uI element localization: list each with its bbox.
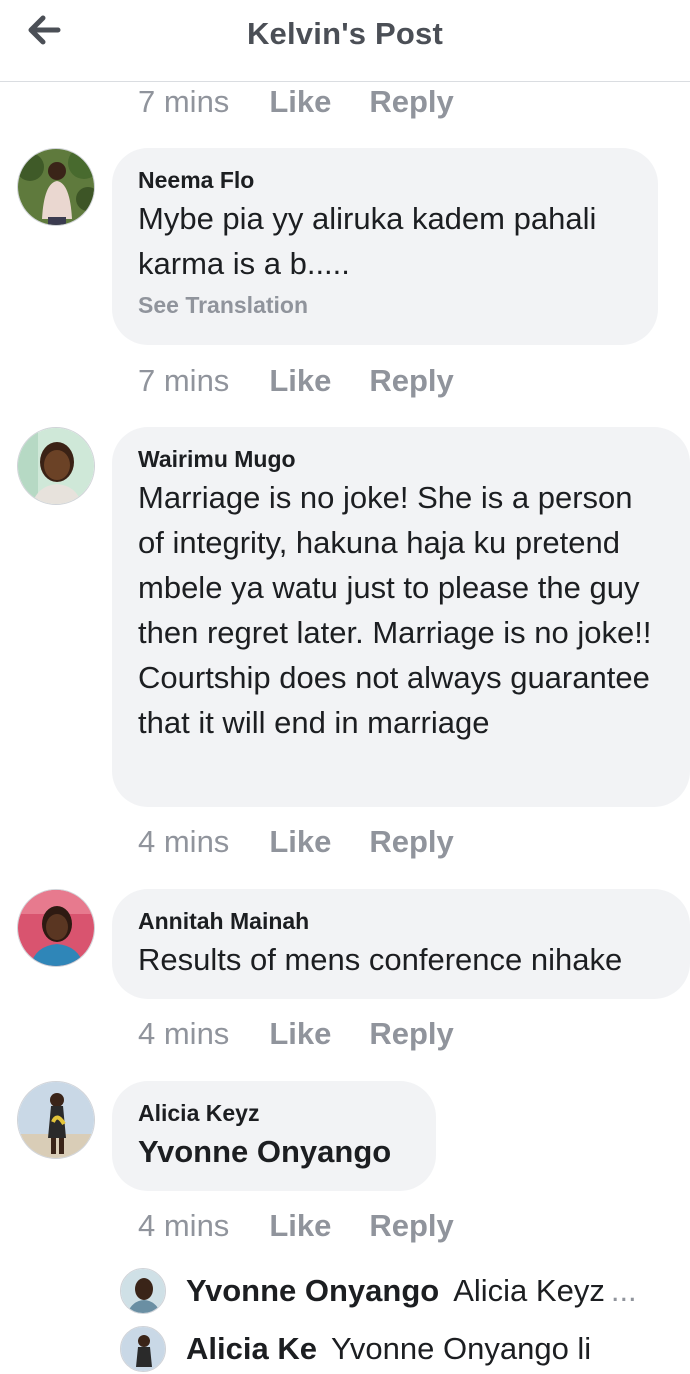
reply-author[interactable]: Yvonne Onyango <box>186 1273 439 1309</box>
reply-preview[interactable]: Alicia Ke Yvonne Onyango li <box>120 1324 665 1374</box>
comment-time: 7 mins <box>138 84 230 119</box>
comment-bubble: Wairimu Mugo Marriage is no joke! She is… <box>112 427 690 807</box>
comment-author[interactable]: Alicia Keyz <box>138 1099 410 1127</box>
reply-ellipsis: ... <box>610 1273 637 1308</box>
like-button[interactable]: Like <box>269 363 331 399</box>
comment-actions: 7 mins Like Reply <box>138 80 454 124</box>
comment-text: Results of mens conference nihake <box>138 942 623 977</box>
avatar[interactable] <box>17 427 95 505</box>
reply-author[interactable]: Alicia Ke <box>186 1331 317 1367</box>
top-bar: Kelvin's Post <box>0 0 690 82</box>
like-button[interactable]: Like <box>269 824 331 860</box>
comment-author[interactable]: Neema Flo <box>138 166 632 194</box>
comment-actions: 7 mins Like Reply <box>138 359 454 403</box>
reply-preview[interactable]: Yvonne Onyango Alicia Keyz ... <box>120 1266 665 1316</box>
avatar[interactable] <box>17 1081 95 1159</box>
reply-button[interactable]: Reply <box>369 824 453 860</box>
comment-time: 4 mins <box>138 824 230 859</box>
like-button[interactable]: Like <box>269 1016 331 1052</box>
avatar <box>120 1326 166 1372</box>
reply-button[interactable]: Reply <box>369 363 453 399</box>
comment-author[interactable]: Wairimu Mugo <box>138 445 664 473</box>
comment-actions: 4 mins Like Reply <box>138 1204 454 1248</box>
page-title: Kelvin's Post <box>246 16 444 51</box>
avatar[interactable] <box>17 889 95 967</box>
comment-bubble: Annitah Mainah Results of mens conferenc… <box>112 889 690 999</box>
mention-link[interactable]: Yvonne Onyango <box>138 1129 410 1174</box>
comment-author[interactable]: Annitah Mainah <box>138 907 664 935</box>
comment-time: 7 mins <box>138 363 230 398</box>
comment-time: 4 mins <box>138 1016 230 1051</box>
like-button[interactable]: Like <box>269 1208 331 1244</box>
comment-text: Marriage is no joke! She is a person of … <box>138 480 652 740</box>
comment-bubble: Neema Flo Mybe pia yy aliruka kadem paha… <box>112 148 658 345</box>
comment-time: 4 mins <box>138 1208 230 1243</box>
reply-button[interactable]: Reply <box>369 1208 453 1244</box>
see-translation-link[interactable]: See Translation <box>138 292 632 319</box>
avatar[interactable] <box>17 148 95 226</box>
comment-actions: 4 mins Like Reply <box>138 1012 454 1056</box>
reply-text: Alicia Keyz <box>453 1273 605 1308</box>
avatar <box>120 1268 166 1314</box>
comment-actions: 4 mins Like Reply <box>138 820 454 864</box>
reply-button[interactable]: Reply <box>369 84 453 120</box>
comment-bubble: Alicia Keyz Yvonne Onyango <box>112 1081 436 1191</box>
reply-text: Yvonne Onyango li <box>330 1331 592 1366</box>
like-button[interactable]: Like <box>269 84 331 120</box>
comment-text: Mybe pia yy aliruka kadem pahali karma i… <box>138 201 597 281</box>
reply-button[interactable]: Reply <box>369 1016 453 1052</box>
